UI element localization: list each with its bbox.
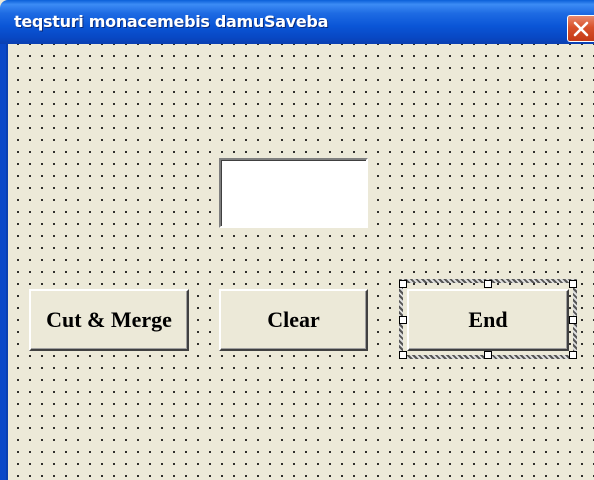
resize-handle-bottom-left[interactable] <box>399 351 407 359</box>
window-title: teqsturi monacemebis damuSaveba <box>14 12 329 31</box>
cut-merge-button[interactable]: Cut & Merge <box>29 289 189 351</box>
resize-handle-top-left[interactable] <box>399 280 407 288</box>
close-button[interactable] <box>567 15 594 42</box>
clear-button[interactable]: Clear <box>219 289 368 351</box>
title-bar[interactable]: teqsturi monacemebis damuSaveba <box>0 0 594 44</box>
resize-handle-right[interactable] <box>569 316 577 324</box>
resize-handle-top-right[interactable] <box>569 280 577 288</box>
form-window: teqsturi monacemebis damuSaveba Cut & Me… <box>0 0 594 480</box>
text-box[interactable] <box>219 158 368 228</box>
form-design-grid[interactable] <box>8 44 594 480</box>
resize-handle-bottom-right[interactable] <box>569 351 577 359</box>
resize-handle-left[interactable] <box>399 316 407 324</box>
end-button[interactable]: End <box>407 289 569 351</box>
close-icon <box>573 21 589 37</box>
resize-handle-top[interactable] <box>484 280 492 288</box>
resize-handle-bottom[interactable] <box>484 351 492 359</box>
